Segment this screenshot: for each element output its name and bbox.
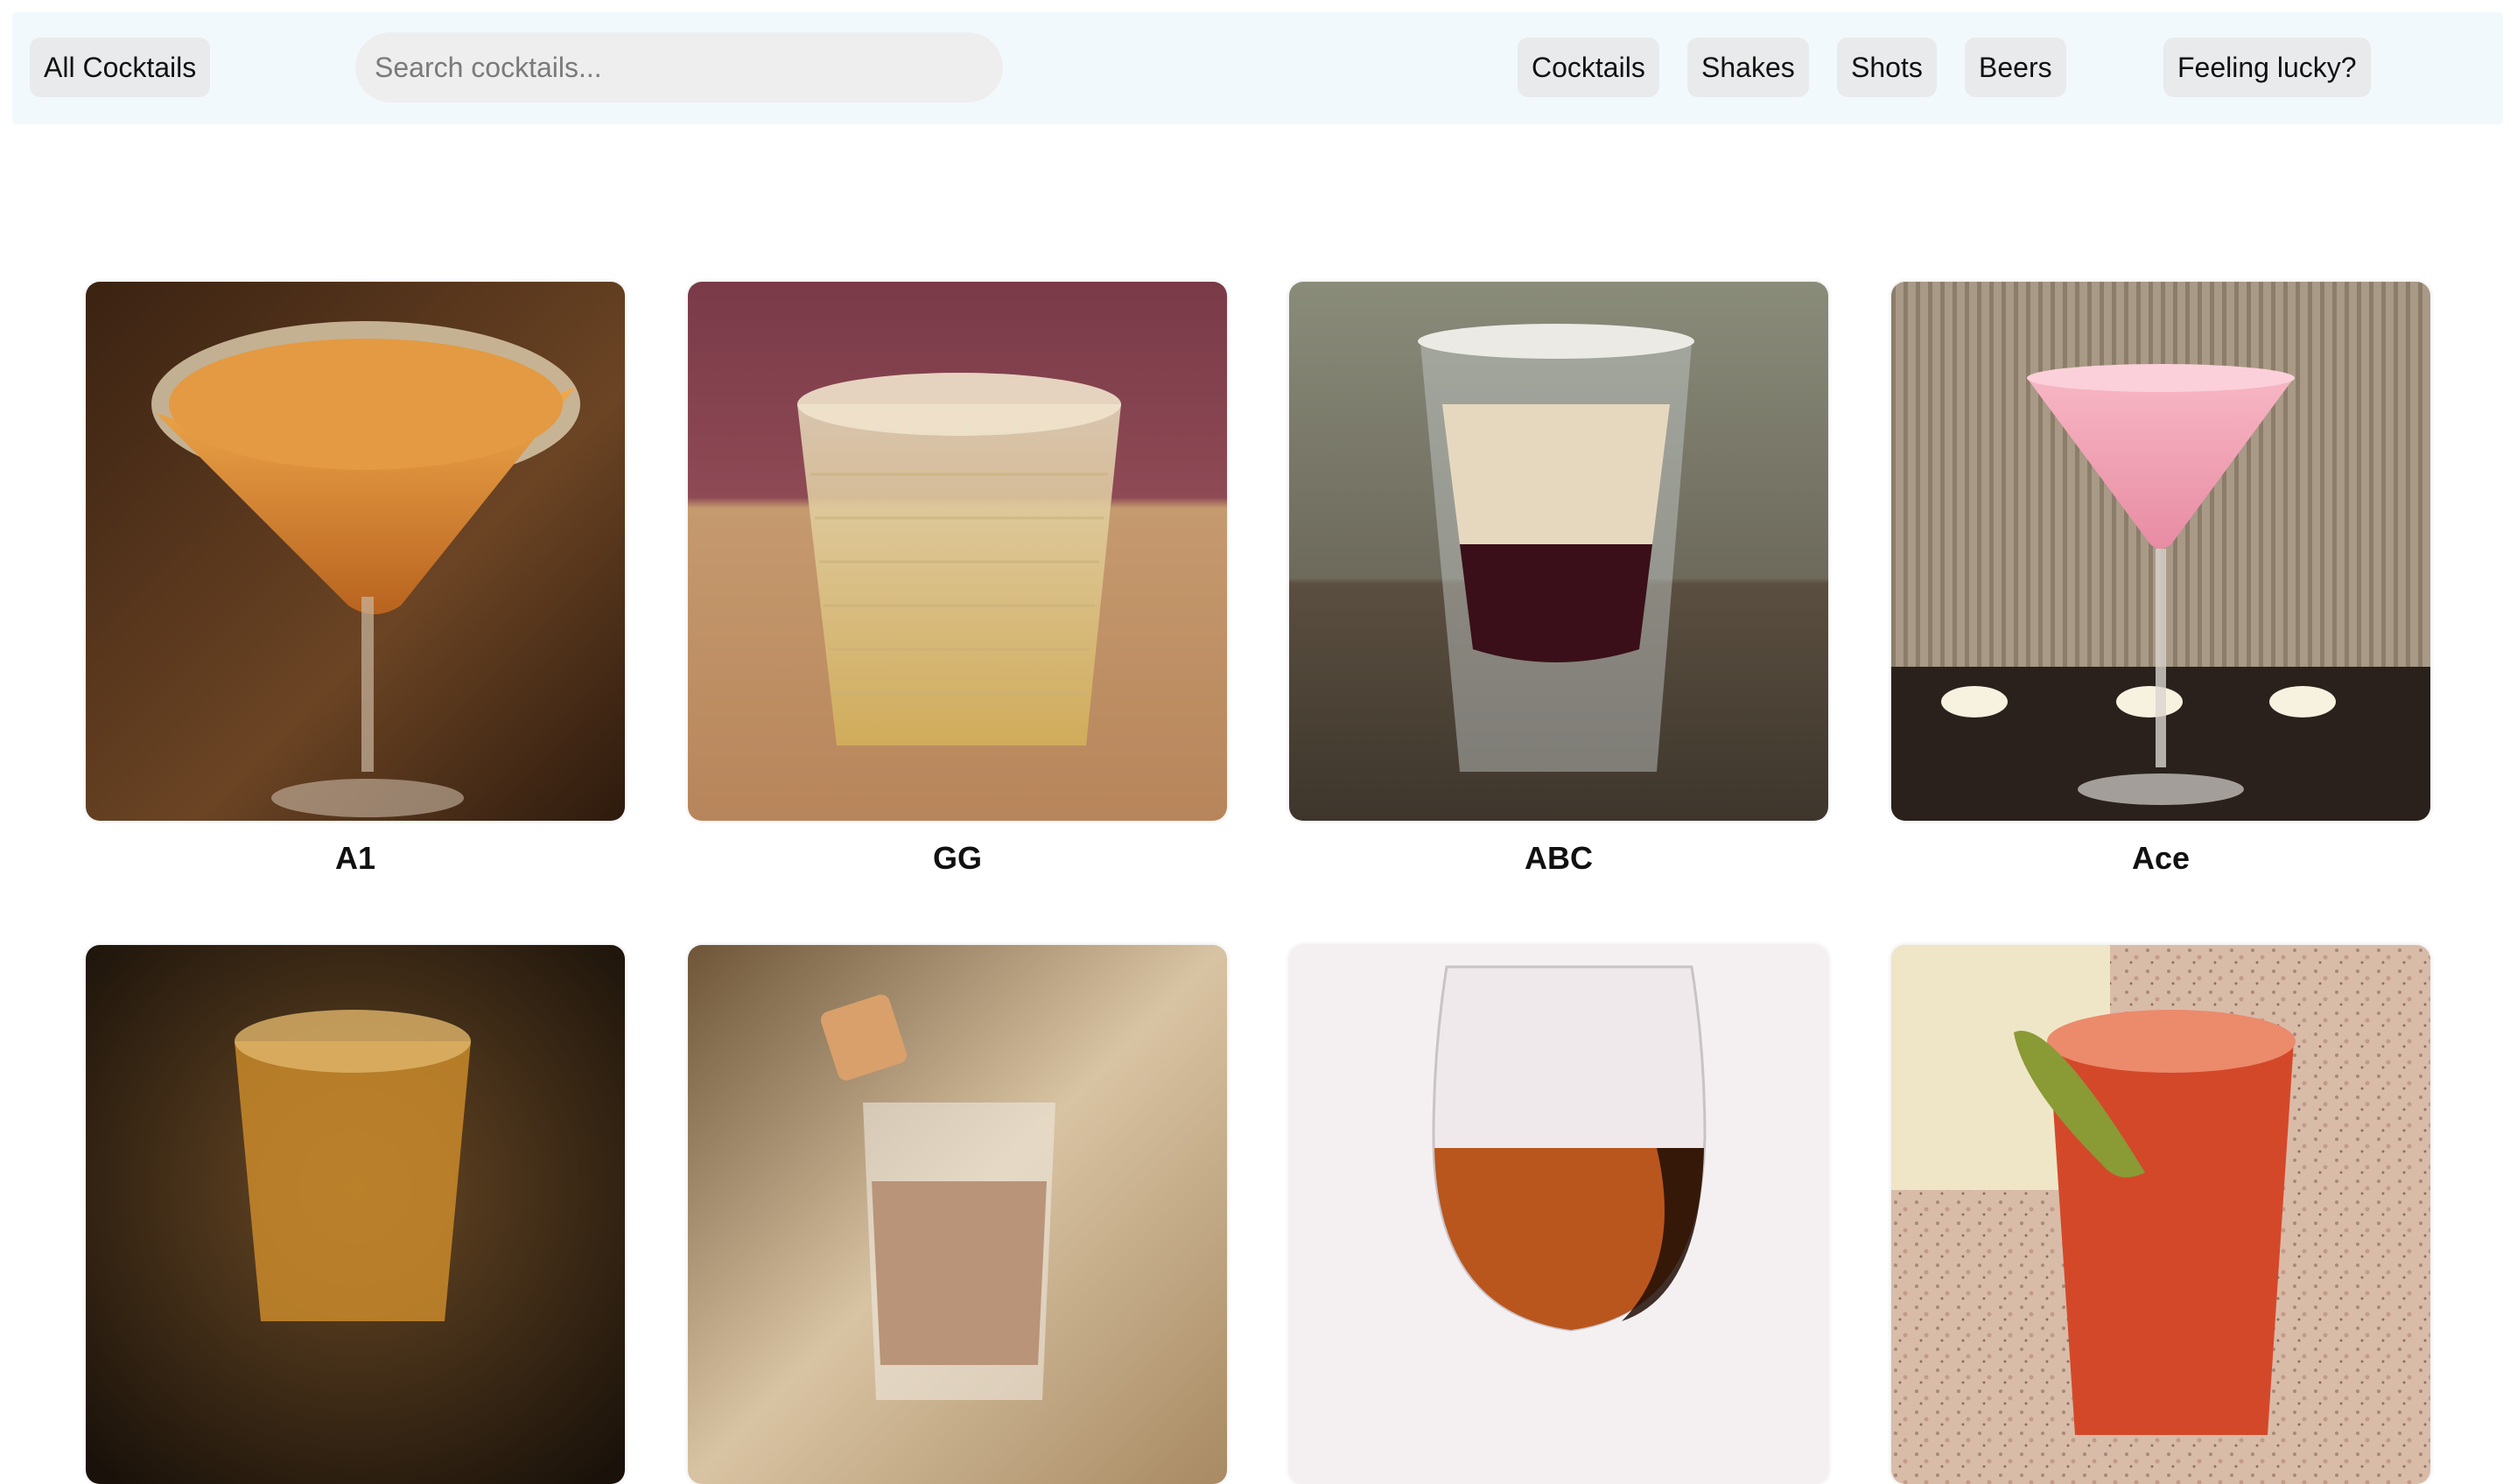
drink-image[interactable] [1891,282,2430,821]
shakes-category-button[interactable]: Shakes [1687,38,1809,97]
shots-category-button[interactable]: Shots [1837,38,1937,97]
beers-category-button[interactable]: Beers [1965,38,2066,97]
search-input[interactable] [355,32,1003,102]
drink-name: GG [932,840,982,876]
feeling-lucky-button[interactable]: Feeling lucky? [2163,38,2371,97]
drink-image[interactable] [1289,282,1828,821]
drink-name: A1 [334,840,376,876]
drink-image[interactable] [688,945,1227,1484]
drink-image[interactable] [1289,945,1828,1484]
drink-image[interactable] [1891,945,2430,1484]
cocktails-category-button[interactable]: Cocktails [1518,38,1659,97]
drink-name: ABC [1525,840,1593,876]
drink-image[interactable] [86,282,625,821]
top-navbar: All Cocktails Cocktails Shakes Shots Bee… [12,12,2503,124]
drink-image[interactable] [86,945,625,1484]
drink-image[interactable] [688,282,1227,821]
all-cocktails-button[interactable]: All Cocktails [30,38,211,97]
drink-name: Ace [2131,840,2191,876]
